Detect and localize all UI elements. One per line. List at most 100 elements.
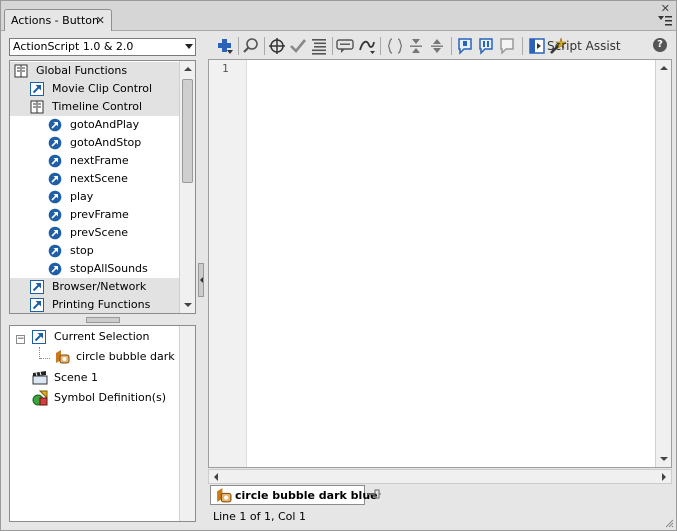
editor-horizontal-scrollbar[interactable] [208,469,672,484]
scroll-up-arrow-icon[interactable] [184,67,192,71]
collapse-toggle[interactable]: − [16,335,25,344]
check-syntax-icon[interactable] [288,36,308,56]
apply-block-comment-icon[interactable] [455,36,475,56]
toolbox-item[interactable]: nextFrame [10,152,180,170]
resize-grip-icon[interactable] [664,518,674,528]
scene-label: Scene 1 [54,371,99,384]
action-arrow-icon [48,208,62,222]
target-path-icon[interactable] [267,36,287,56]
panel-close-icon[interactable]: ✕ [661,2,670,15]
apply-line-comment-icon[interactable] [476,36,496,56]
code-hint-icon[interactable] [335,36,355,56]
action-arrow-icon [48,172,62,186]
tab-actions-button[interactable]: Actions - Button ✕ [4,9,112,31]
toolbox-item[interactable]: stop [10,242,180,260]
remove-comment-icon[interactable] [497,36,517,56]
vertical-splitter-handle[interactable] [198,263,204,297]
actions-toolbox: Global Functions Movie Clip Control Timeli… [9,60,196,314]
version-select-value: ActionScript 1.0 & 2.0 [13,40,134,53]
toolbox-item[interactable]: gotoAndPlay [10,116,180,134]
toolbox-item[interactable]: play [10,188,180,206]
action-arrow-icon [48,244,62,258]
toolbar-separator [238,37,239,55]
editor-scrollbar[interactable] [655,60,671,467]
line-number: 1 [222,62,229,75]
toolbar-separator [451,37,452,55]
script-assist-label[interactable]: Script Assist [547,36,621,56]
toolbox-item-label: Movie Clip Control [52,82,153,95]
script-tab[interactable]: circle bubble dark blue [210,485,378,505]
line-number-gutter: 1 [209,60,247,467]
toolbox-item[interactable]: stopAllSounds [10,260,180,278]
expand-all-icon[interactable] [427,36,447,56]
collapse-selection-icon[interactable] [406,36,426,56]
panel-tab-strip: Actions - Button ✕ ✕ [1,1,676,31]
toolbar-separator [264,37,265,55]
toolbox-scrollbar[interactable] [179,61,195,313]
toolbox-item-label: gotoAndStop [70,136,142,149]
toolbox-item[interactable]: Printing Functions [10,296,180,313]
book-closed-icon [30,298,44,312]
horizontal-splitter-handle[interactable] [86,317,120,323]
tab-title: Actions - Button [11,14,99,27]
navigator-scrollbar[interactable] [179,326,195,521]
current-selection-item-label: circle bubble dark ... [76,350,189,363]
toolbox-item[interactable]: prevFrame [10,206,180,224]
scroll-right-arrow-icon[interactable] [662,473,666,481]
book-closed-icon [30,280,44,294]
actions-panel: Actions - Button ✕ ✕ ActionScript 1.0 & … [0,0,677,531]
toolbox-item[interactable]: gotoAndStop [10,134,180,152]
toolbox-item-label: play [70,190,94,203]
toolbox-item-label: nextScene [70,172,128,185]
toolbar-separator [332,37,333,55]
action-arrow-icon [48,226,62,240]
tab-close-icon[interactable]: ✕ [96,10,105,31]
scroll-up-arrow-icon[interactable] [660,66,668,70]
symbol-definitions-label: Symbol Definition(s) [54,391,167,404]
toolbox-item[interactable]: Browser/Network [10,278,180,296]
action-arrow-icon [32,330,46,344]
pin-script-icon[interactable] [367,487,381,501]
toolbox-item-label: nextFrame [70,154,129,167]
book-open-icon [30,100,44,114]
toolbox-item-label: stop [70,244,94,257]
scene-clapper-icon [32,371,48,385]
book-closed-icon [30,82,44,96]
toolbox-item[interactable]: nextScene [10,170,180,188]
action-arrow-icon [48,136,62,150]
scroll-left-arrow-icon[interactable] [214,473,218,481]
toolbox-scroll-thumb[interactable] [182,79,193,183]
find-icon[interactable] [241,36,261,56]
scroll-down-arrow-icon[interactable] [184,303,192,307]
add-statement-icon[interactable] [215,36,235,56]
script-editor[interactable]: 1 [208,59,672,468]
help-icon[interactable]: ? [653,38,667,52]
show-hide-toolbox-icon[interactable] [527,36,547,56]
symbol-definitions-icon [32,390,48,406]
panel-options-menu-icon[interactable] [658,16,672,26]
nav-symbol-definitions[interactable]: Symbol Definition(s) [10,389,195,407]
toolbar-separator [522,37,523,55]
button-symbol-icon [217,488,232,503]
toolbox-item[interactable]: Movie Clip Control [10,80,180,98]
nav-button-symbol[interactable]: circle bubble dark ... [10,348,195,366]
toolbox-item-label: Browser/Network [52,280,147,293]
action-arrow-icon [48,154,62,168]
action-arrow-icon [48,190,62,204]
toolbox-item-label: prevScene [70,226,129,239]
toolbox-item[interactable]: Global Functions [10,62,180,80]
toolbox-item[interactable]: prevScene [10,224,180,242]
scroll-down-arrow-icon[interactable] [660,457,668,461]
toolbox-item-label: stopAllSounds [70,262,148,275]
nav-current-selection[interactable]: − Current Selection [10,328,195,346]
debug-options-icon[interactable] [357,36,377,56]
toolbox-item-label: prevFrame [70,208,129,221]
chevron-down-icon [185,44,193,49]
nav-scene-1[interactable]: Scene 1 [10,369,195,387]
action-arrow-icon [48,118,62,132]
auto-format-icon[interactable] [309,36,329,56]
actionscript-version-select[interactable]: ActionScript 1.0 & 2.0 [9,38,196,56]
current-selection-label: Current Selection [54,330,150,343]
toolbox-item[interactable]: Timeline Control [10,98,180,116]
collapse-braces-icon[interactable] [385,36,405,56]
